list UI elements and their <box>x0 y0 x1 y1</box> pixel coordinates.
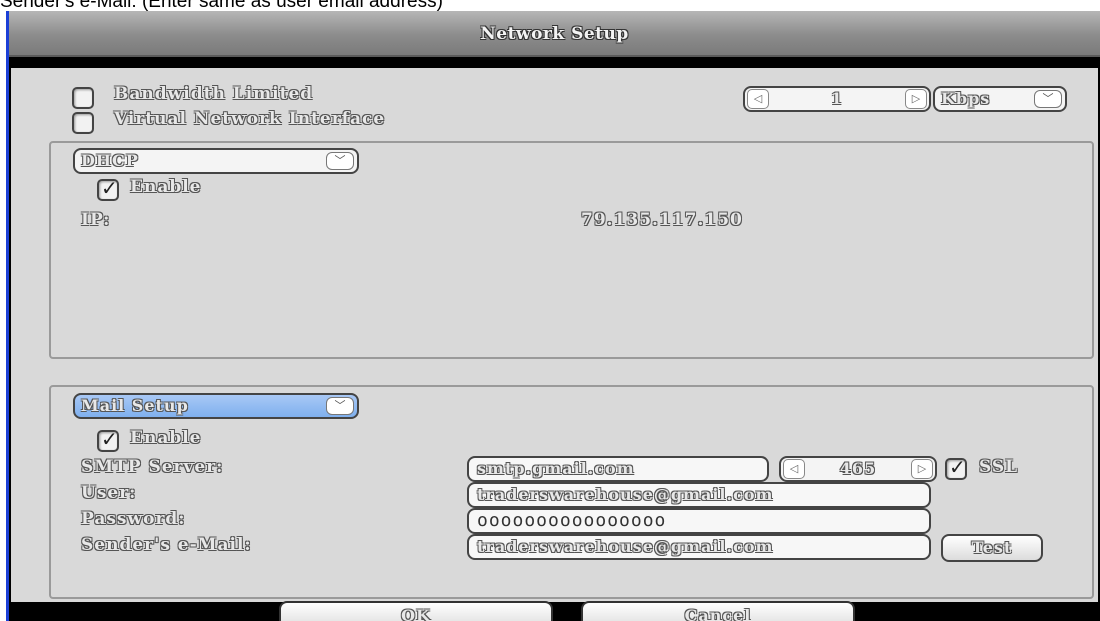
dhcp-enable-label: Enable <box>130 177 202 197</box>
bandwidth-limited-checkbox[interactable] <box>72 87 94 109</box>
smtp-server-value: smtp.gmail.com <box>477 459 635 478</box>
spinner-right-icon[interactable]: ▷ <box>911 459 933 479</box>
window-title: Network Setup <box>9 11 1100 57</box>
checkmark-icon: ✓ <box>949 455 966 479</box>
user-value: traderswarehouse@gmail.com <box>477 485 774 504</box>
mail-enable-checkbox[interactable]: ✓ <box>97 427 119 452</box>
cancel-button[interactable]: Cancel <box>581 601 855 621</box>
chevron-down-icon[interactable]: ﹀ <box>326 397 354 415</box>
chevron-down-icon[interactable]: ﹀ <box>1034 90 1062 108</box>
bandwidth-spinner[interactable]: ◁ 1 ▷ <box>743 86 931 112</box>
ssl-label: SSL <box>979 457 1019 477</box>
mail-enable-label: Enable <box>130 428 202 448</box>
bandwidth-unit-dropdown[interactable]: Kbps ﹀ <box>933 86 1067 112</box>
virtual-network-label: Virtual Network Interface <box>114 109 386 129</box>
smtp-port-spinner[interactable]: ◁ 465 ▷ <box>779 456 937 482</box>
spinner-left-icon[interactable]: ◁ <box>747 89 769 109</box>
sender-email-value: traderswarehouse@gmail.com <box>477 537 774 556</box>
bandwidth-unit-label: Kbps <box>941 89 991 108</box>
spinner-left-icon[interactable]: ◁ <box>783 459 805 479</box>
network-group: DHCP ﹀ ✓ Enable IP: 79.135.117.150 <box>49 141 1094 359</box>
ip-label: IP: <box>81 210 111 230</box>
mail-setup-group: Mail Setup ﹀ ✓ Enable SMTP Server: smtp.… <box>49 385 1094 599</box>
checkmark-icon: ✓ <box>101 427 118 451</box>
bandwidth-limited-label: Bandwidth Limited <box>114 84 314 104</box>
checkmark-icon: ✓ <box>101 176 118 200</box>
password-input[interactable]: oooooooooooooooo <box>467 508 931 534</box>
dhcp-enable-checkbox[interactable]: ✓ <box>97 176 119 201</box>
sender-email-label: Sender's e-Mail: <box>81 535 252 555</box>
virtual-network-checkbox[interactable] <box>72 112 94 134</box>
ip-value: 79.135.117.150 <box>581 210 743 230</box>
network-mode-label: DHCP <box>81 151 139 170</box>
mail-setup-label: Mail Setup <box>81 396 189 415</box>
mail-setup-dropdown[interactable]: Mail Setup ﹀ <box>73 393 359 419</box>
ssl-checkbox[interactable]: ✓ <box>945 455 967 480</box>
user-label: User: <box>81 483 137 503</box>
bandwidth-value: 1 <box>830 89 844 108</box>
password-value: oooooooooooooooo <box>477 510 667 531</box>
network-mode-dropdown[interactable]: DHCP ﹀ <box>73 148 359 174</box>
network-setup-window: Network Setup Bandwidth Limited ◁ 1 ▷ Kb… <box>9 11 1100 621</box>
password-label: Password: <box>81 509 186 529</box>
page-caption: Sender's e-Mail: (Enter same as user ema… <box>0 0 443 11</box>
chevron-down-icon[interactable]: ﹀ <box>326 152 354 170</box>
spinner-right-icon[interactable]: ▷ <box>905 89 927 109</box>
user-input[interactable]: traderswarehouse@gmail.com <box>467 482 931 508</box>
test-button[interactable]: Test <box>941 534 1043 562</box>
dialog-content: Bandwidth Limited ◁ 1 ▷ Kbps ﹀ Virtual N… <box>11 68 1098 602</box>
smtp-port-value: 465 <box>839 459 877 478</box>
smtp-server-label: SMTP Server: <box>81 457 224 477</box>
ok-button[interactable]: OK <box>279 601 553 621</box>
sender-email-input[interactable]: traderswarehouse@gmail.com <box>467 534 931 560</box>
smtp-server-input[interactable]: smtp.gmail.com <box>467 456 769 482</box>
